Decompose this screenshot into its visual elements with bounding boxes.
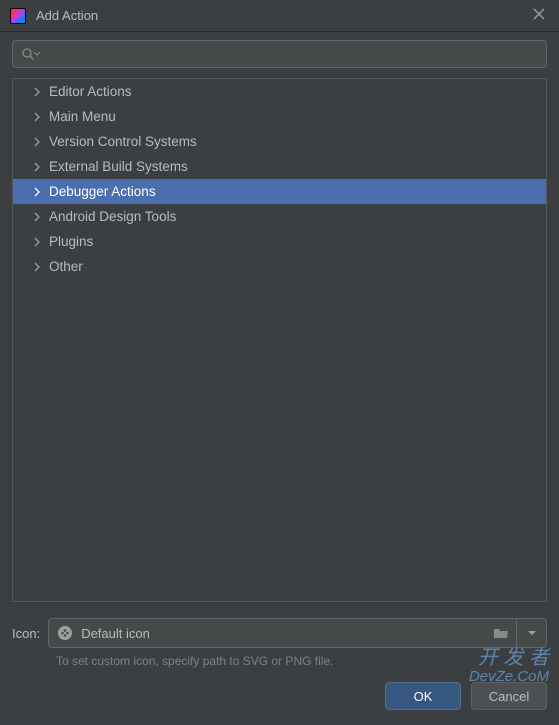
icon-hint: To set custom icon, specify path to SVG … bbox=[56, 654, 547, 668]
icon-path-value: Default icon bbox=[81, 626, 486, 641]
chevron-right-icon bbox=[33, 162, 41, 172]
tree-item[interactable]: Main Menu bbox=[13, 104, 546, 129]
chevron-right-icon bbox=[33, 87, 41, 97]
search-dropdown-icon[interactable] bbox=[33, 45, 41, 63]
tree-item-label: External Build Systems bbox=[49, 159, 188, 174]
app-icon bbox=[10, 8, 26, 24]
tree-item[interactable]: Debugger Actions bbox=[13, 179, 546, 204]
titlebar: Add Action bbox=[0, 0, 559, 32]
footer: Icon: Default icon bbox=[0, 610, 559, 722]
search-row bbox=[0, 32, 559, 74]
tree-item[interactable]: Android Design Tools bbox=[13, 204, 546, 229]
search-input[interactable] bbox=[47, 47, 538, 62]
chevron-right-icon bbox=[33, 262, 41, 272]
chevron-right-icon bbox=[33, 187, 41, 197]
tree-item[interactable]: Plugins bbox=[13, 229, 546, 254]
tree-item[interactable]: External Build Systems bbox=[13, 154, 546, 179]
icon-path-field[interactable]: Default icon bbox=[48, 618, 547, 648]
icon-label: Icon: bbox=[12, 626, 40, 641]
tree-item[interactable]: Other bbox=[13, 254, 546, 279]
window-title: Add Action bbox=[36, 8, 529, 23]
folder-icon bbox=[493, 626, 509, 640]
close-icon bbox=[533, 8, 545, 20]
chevron-right-icon bbox=[33, 237, 41, 247]
tree-item-label: Other bbox=[49, 259, 83, 274]
tree-item-label: Android Design Tools bbox=[49, 209, 176, 224]
chevron-right-icon bbox=[33, 212, 41, 222]
icon-dropdown-button[interactable] bbox=[516, 619, 546, 647]
chevron-right-icon bbox=[33, 137, 41, 147]
tree-item[interactable]: Version Control Systems bbox=[13, 129, 546, 154]
close-button[interactable] bbox=[529, 5, 549, 27]
ok-button[interactable]: OK bbox=[385, 682, 461, 710]
button-row: OK Cancel bbox=[12, 682, 547, 710]
tree-item-label: Version Control Systems bbox=[49, 134, 197, 149]
chevron-right-icon bbox=[33, 112, 41, 122]
action-tree[interactable]: Editor Actions Main Menu Version Control S… bbox=[12, 78, 547, 602]
search-box[interactable] bbox=[12, 40, 547, 68]
default-icon-preview bbox=[57, 625, 73, 641]
browse-button[interactable] bbox=[486, 619, 516, 647]
chevron-down-icon bbox=[527, 628, 537, 638]
cancel-button[interactable]: Cancel bbox=[471, 682, 547, 710]
tree-item-label: Editor Actions bbox=[49, 84, 132, 99]
icon-row: Icon: Default icon bbox=[12, 618, 547, 648]
tree-item[interactable]: Editor Actions bbox=[13, 79, 546, 104]
tree-item-label: Plugins bbox=[49, 234, 93, 249]
tree-item-label: Debugger Actions bbox=[49, 184, 156, 199]
tree-item-label: Main Menu bbox=[49, 109, 116, 124]
